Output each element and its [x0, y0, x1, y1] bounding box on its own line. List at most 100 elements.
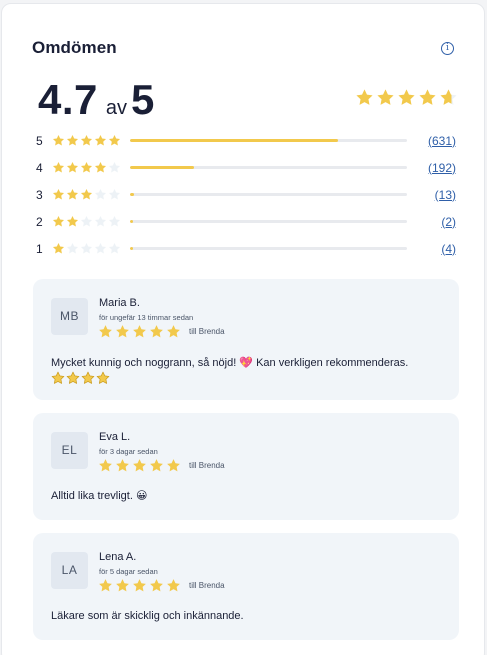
distribution-count-link[interactable]: (13)	[435, 188, 456, 202]
distribution-stars	[52, 188, 124, 201]
star-icon	[132, 458, 147, 473]
avatar: EL	[51, 432, 88, 469]
review-recipient: till Brenda	[189, 461, 225, 470]
distribution-count-link[interactable]: (631)	[428, 134, 456, 148]
review-time: för 5 dagar sedan	[99, 567, 158, 576]
review-text: Mycket kunnig och noggrann, så nöjd! 💖 K…	[51, 357, 409, 369]
score-max: 5	[131, 76, 155, 123]
rating-distribution: 5 (631) 4 (192) 3 (13) 2 (2) 1 (4)	[36, 127, 456, 262]
star-icon	[66, 161, 79, 174]
star-icon	[108, 161, 121, 174]
star-icon	[98, 324, 113, 339]
star-icon	[80, 242, 93, 255]
distribution-label: 1	[36, 241, 43, 256]
distribution-row: 1 (4)	[36, 235, 456, 262]
distribution-bar-fill	[130, 139, 338, 142]
star-icon	[132, 578, 147, 593]
average-score: 4.7	[38, 76, 98, 123]
distribution-count-link[interactable]: (192)	[428, 161, 456, 175]
distribution-row: 4 (192)	[36, 154, 456, 181]
star-icon	[355, 88, 374, 107]
star-icon	[80, 188, 93, 201]
distribution-stars	[52, 134, 124, 147]
star-icon	[108, 134, 121, 147]
star-icon	[166, 578, 181, 593]
distribution-count-link[interactable]: (2)	[441, 215, 456, 229]
avatar: LA	[51, 552, 88, 589]
review-time: för 3 dagar sedan	[99, 447, 158, 456]
distribution-row: 3 (13)	[36, 181, 456, 208]
star-icon	[66, 134, 79, 147]
star-icon	[94, 134, 107, 147]
star-icon	[98, 578, 113, 593]
star-icon	[66, 371, 80, 385]
review-stars	[98, 578, 181, 593]
star-icon	[52, 161, 65, 174]
review-inline-stars	[51, 371, 110, 385]
star-icon	[66, 188, 79, 201]
review-text: Läkare som är skicklig och inkännande.	[51, 610, 244, 622]
star-icon	[98, 458, 113, 473]
review-recipient: till Brenda	[189, 327, 225, 336]
star-icon	[52, 134, 65, 147]
star-icon	[96, 371, 110, 385]
star-icon	[80, 215, 93, 228]
star-icon	[439, 88, 458, 107]
star-icon	[418, 88, 437, 107]
star-icon	[108, 188, 121, 201]
distribution-bar-fill	[130, 193, 135, 196]
star-icon	[66, 215, 79, 228]
distribution-label: 2	[36, 214, 43, 229]
distribution-row: 5 (631)	[36, 127, 456, 154]
score-of-label: av	[105, 97, 128, 119]
star-icon	[397, 88, 416, 107]
distribution-stars	[52, 161, 124, 174]
distribution-bar-fill	[130, 247, 134, 250]
star-icon	[94, 161, 107, 174]
star-icon	[115, 458, 130, 473]
star-icon	[376, 88, 395, 107]
star-icon	[52, 188, 65, 201]
rating-summary: 4.7 av5	[38, 76, 458, 126]
star-icon	[108, 242, 121, 255]
review-meta: till Brenda	[98, 458, 225, 473]
info-icon[interactable]: i	[441, 42, 454, 55]
distribution-bar	[130, 220, 407, 223]
page-title: Omdömen	[32, 38, 117, 57]
star-icon	[81, 371, 95, 385]
review-stars	[98, 324, 181, 339]
distribution-stars	[52, 215, 124, 228]
star-icon	[166, 458, 181, 473]
distribution-label: 3	[36, 187, 43, 202]
review-text: Alltid lika trevligt. 😀	[51, 490, 148, 502]
distribution-bar-fill	[130, 166, 194, 169]
average-stars	[355, 88, 458, 107]
distribution-row: 2 (2)	[36, 208, 456, 235]
review-stars	[98, 458, 181, 473]
star-icon	[166, 324, 181, 339]
distribution-bar	[130, 193, 407, 196]
star-icon	[52, 242, 65, 255]
review-card: EL Eva L. för 3 dagar sedan till Brenda …	[33, 413, 459, 520]
star-icon	[94, 242, 107, 255]
reviewer-name: Eva L.	[99, 431, 131, 443]
star-icon	[94, 188, 107, 201]
distribution-label: 4	[36, 160, 43, 175]
distribution-label: 5	[36, 133, 43, 148]
distribution-count-link[interactable]: (4)	[441, 242, 456, 256]
review-recipient: till Brenda	[189, 581, 225, 590]
star-icon	[115, 324, 130, 339]
star-icon	[108, 215, 121, 228]
distribution-bar	[130, 247, 407, 250]
reviewer-name: Lena A.	[99, 551, 137, 563]
review-card: LA Lena A. för 5 dagar sedan till Brenda…	[33, 533, 459, 640]
avatar: MB	[51, 298, 88, 335]
review-time: för ungefär 13 timmar sedan	[99, 313, 194, 322]
reviewer-name: Maria B.	[99, 297, 140, 309]
star-icon	[80, 134, 93, 147]
distribution-stars	[52, 242, 124, 255]
star-icon	[51, 371, 65, 385]
star-icon	[94, 215, 107, 228]
star-icon	[66, 242, 79, 255]
star-icon	[149, 324, 164, 339]
